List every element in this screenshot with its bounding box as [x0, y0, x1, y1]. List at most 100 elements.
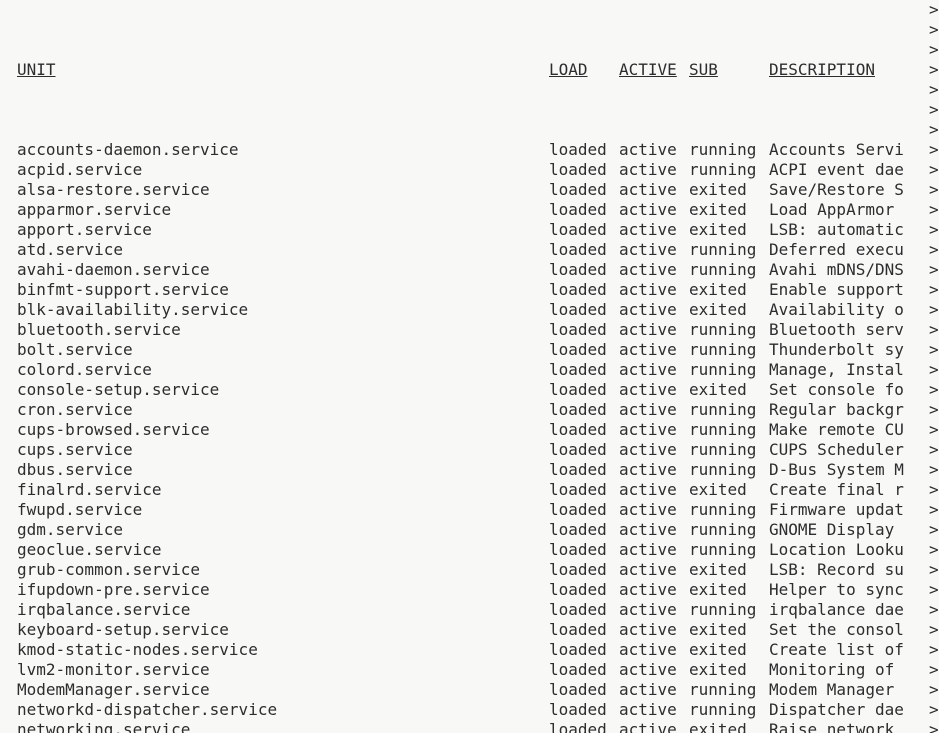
cell-unit: gdm.service	[0, 520, 549, 540]
cell-load: loaded	[549, 240, 619, 260]
table-row: keyboard-setup.serviceloadedactiveexited…	[0, 620, 939, 640]
truncation-glyph: >	[929, 80, 939, 100]
cell-description: Enable support	[769, 280, 939, 300]
cell-sub: exited	[689, 180, 769, 200]
cell-load: loaded	[549, 360, 619, 380]
table-row: kmod-static-nodes.serviceloadedactiveexi…	[0, 640, 939, 660]
table-row: binfmt-support.serviceloadedactiveexited…	[0, 280, 939, 300]
table-row: atd.serviceloadedactiverunningDeferred e…	[0, 240, 939, 260]
cell-load: loaded	[549, 320, 619, 340]
cell-unit: kmod-static-nodes.service	[0, 640, 549, 660]
cell-active: active	[619, 540, 689, 560]
cell-description: Firmware updat	[769, 500, 939, 520]
cell-unit: dbus.service	[0, 460, 549, 480]
column-headers: UNIT LOAD ACTIVE SUB DESCRIPTION	[0, 60, 939, 80]
table-row: colord.serviceloadedactiverunningManage,…	[0, 360, 939, 380]
cell-description: ACPI event dae	[769, 160, 939, 180]
cell-description: Create final r	[769, 480, 939, 500]
cell-unit: networkd-dispatcher.service	[0, 700, 549, 720]
cell-sub: running	[689, 140, 769, 160]
table-row: fwupd.serviceloadedactiverunningFirmware…	[0, 500, 939, 520]
cell-active: active	[619, 700, 689, 720]
cell-unit: finalrd.service	[0, 480, 549, 500]
cell-load: loaded	[549, 260, 619, 280]
table-row: cups-browsed.serviceloadedactiverunningM…	[0, 420, 939, 440]
cell-description: Regular backgr	[769, 400, 939, 420]
cell-sub: running	[689, 600, 769, 620]
cell-sub: exited	[689, 280, 769, 300]
header-description: DESCRIPTION	[769, 60, 939, 80]
table-row: acpid.serviceloadedactiverunningACPI eve…	[0, 160, 939, 180]
cell-unit: binfmt-support.service	[0, 280, 549, 300]
cell-unit: acpid.service	[0, 160, 549, 180]
cell-active: active	[619, 460, 689, 480]
truncation-glyph: >	[929, 100, 939, 120]
table-row: irqbalance.serviceloadedactiverunningirq…	[0, 600, 939, 620]
cell-active: active	[619, 500, 689, 520]
cell-description: irqbalance dae	[769, 600, 939, 620]
cell-active: active	[619, 660, 689, 680]
cell-description: Dispatcher dae	[769, 700, 939, 720]
table-row: dbus.serviceloadedactiverunningD-Bus Sys…	[0, 460, 939, 480]
cell-active: active	[619, 680, 689, 700]
cell-description: Load AppArmor	[769, 200, 939, 220]
service-list: accounts-daemon.serviceloadedactiverunni…	[0, 140, 939, 733]
cell-sub: running	[689, 240, 769, 260]
cell-active: active	[619, 360, 689, 380]
table-row: finalrd.serviceloadedactiveexitedCreate …	[0, 480, 939, 500]
cell-description: Bluetooth serv	[769, 320, 939, 340]
cell-description: Helper to sync	[769, 580, 939, 600]
cell-unit: keyboard-setup.service	[0, 620, 549, 640]
cell-unit: apparmor.service	[0, 200, 549, 220]
cell-sub: exited	[689, 560, 769, 580]
cell-load: loaded	[549, 680, 619, 700]
cell-active: active	[619, 140, 689, 160]
cell-sub: exited	[689, 720, 769, 733]
cell-unit: grub-common.service	[0, 560, 549, 580]
cell-unit: cups.service	[0, 440, 549, 460]
cell-sub: running	[689, 680, 769, 700]
cell-load: loaded	[549, 620, 619, 640]
cell-sub: running	[689, 420, 769, 440]
cell-active: active	[619, 160, 689, 180]
cell-description: Thunderbolt sy	[769, 340, 939, 360]
cell-sub: running	[689, 400, 769, 420]
cell-description: Set console fo	[769, 380, 939, 400]
cell-unit: fwupd.service	[0, 500, 549, 520]
cell-load: loaded	[549, 220, 619, 240]
cell-load: loaded	[549, 340, 619, 360]
cell-load: loaded	[549, 180, 619, 200]
cell-active: active	[619, 620, 689, 640]
cell-load: loaded	[549, 640, 619, 660]
cell-load: loaded	[549, 140, 619, 160]
cell-unit: cups-browsed.service	[0, 420, 549, 440]
cell-active: active	[619, 320, 689, 340]
cell-description: GNOME Display	[769, 520, 939, 540]
cell-sub: running	[689, 500, 769, 520]
header-load: LOAD	[549, 60, 619, 80]
cell-description: Availability o	[769, 300, 939, 320]
cell-sub: running	[689, 440, 769, 460]
cell-sub: exited	[689, 640, 769, 660]
table-row: networking.serviceloadedactiveexitedRais…	[0, 720, 939, 733]
truncation-glyph: >	[929, 20, 939, 40]
table-row: alsa-restore.serviceloadedactiveexitedSa…	[0, 180, 939, 200]
table-row: bolt.serviceloadedactiverunningThunderbo…	[0, 340, 939, 360]
table-row: cups.serviceloadedactiverunningCUPS Sche…	[0, 440, 939, 460]
cell-sub: running	[689, 160, 769, 180]
cell-load: loaded	[549, 160, 619, 180]
cell-load: loaded	[549, 560, 619, 580]
terminal-pager[interactable]: UNIT LOAD ACTIVE SUB DESCRIPTION account…	[0, 0, 939, 733]
cell-sub: running	[689, 260, 769, 280]
cell-load: loaded	[549, 380, 619, 400]
cell-load: loaded	[549, 520, 619, 540]
cell-active: active	[619, 200, 689, 220]
cell-unit: blk-availability.service	[0, 300, 549, 320]
cell-active: active	[619, 560, 689, 580]
cell-active: active	[619, 480, 689, 500]
truncation-glyph: >	[929, 40, 939, 60]
truncation-glyph: >	[929, 120, 939, 140]
table-row: console-setup.serviceloadedactiveexitedS…	[0, 380, 939, 400]
cell-active: active	[619, 580, 689, 600]
cell-sub: exited	[689, 660, 769, 680]
